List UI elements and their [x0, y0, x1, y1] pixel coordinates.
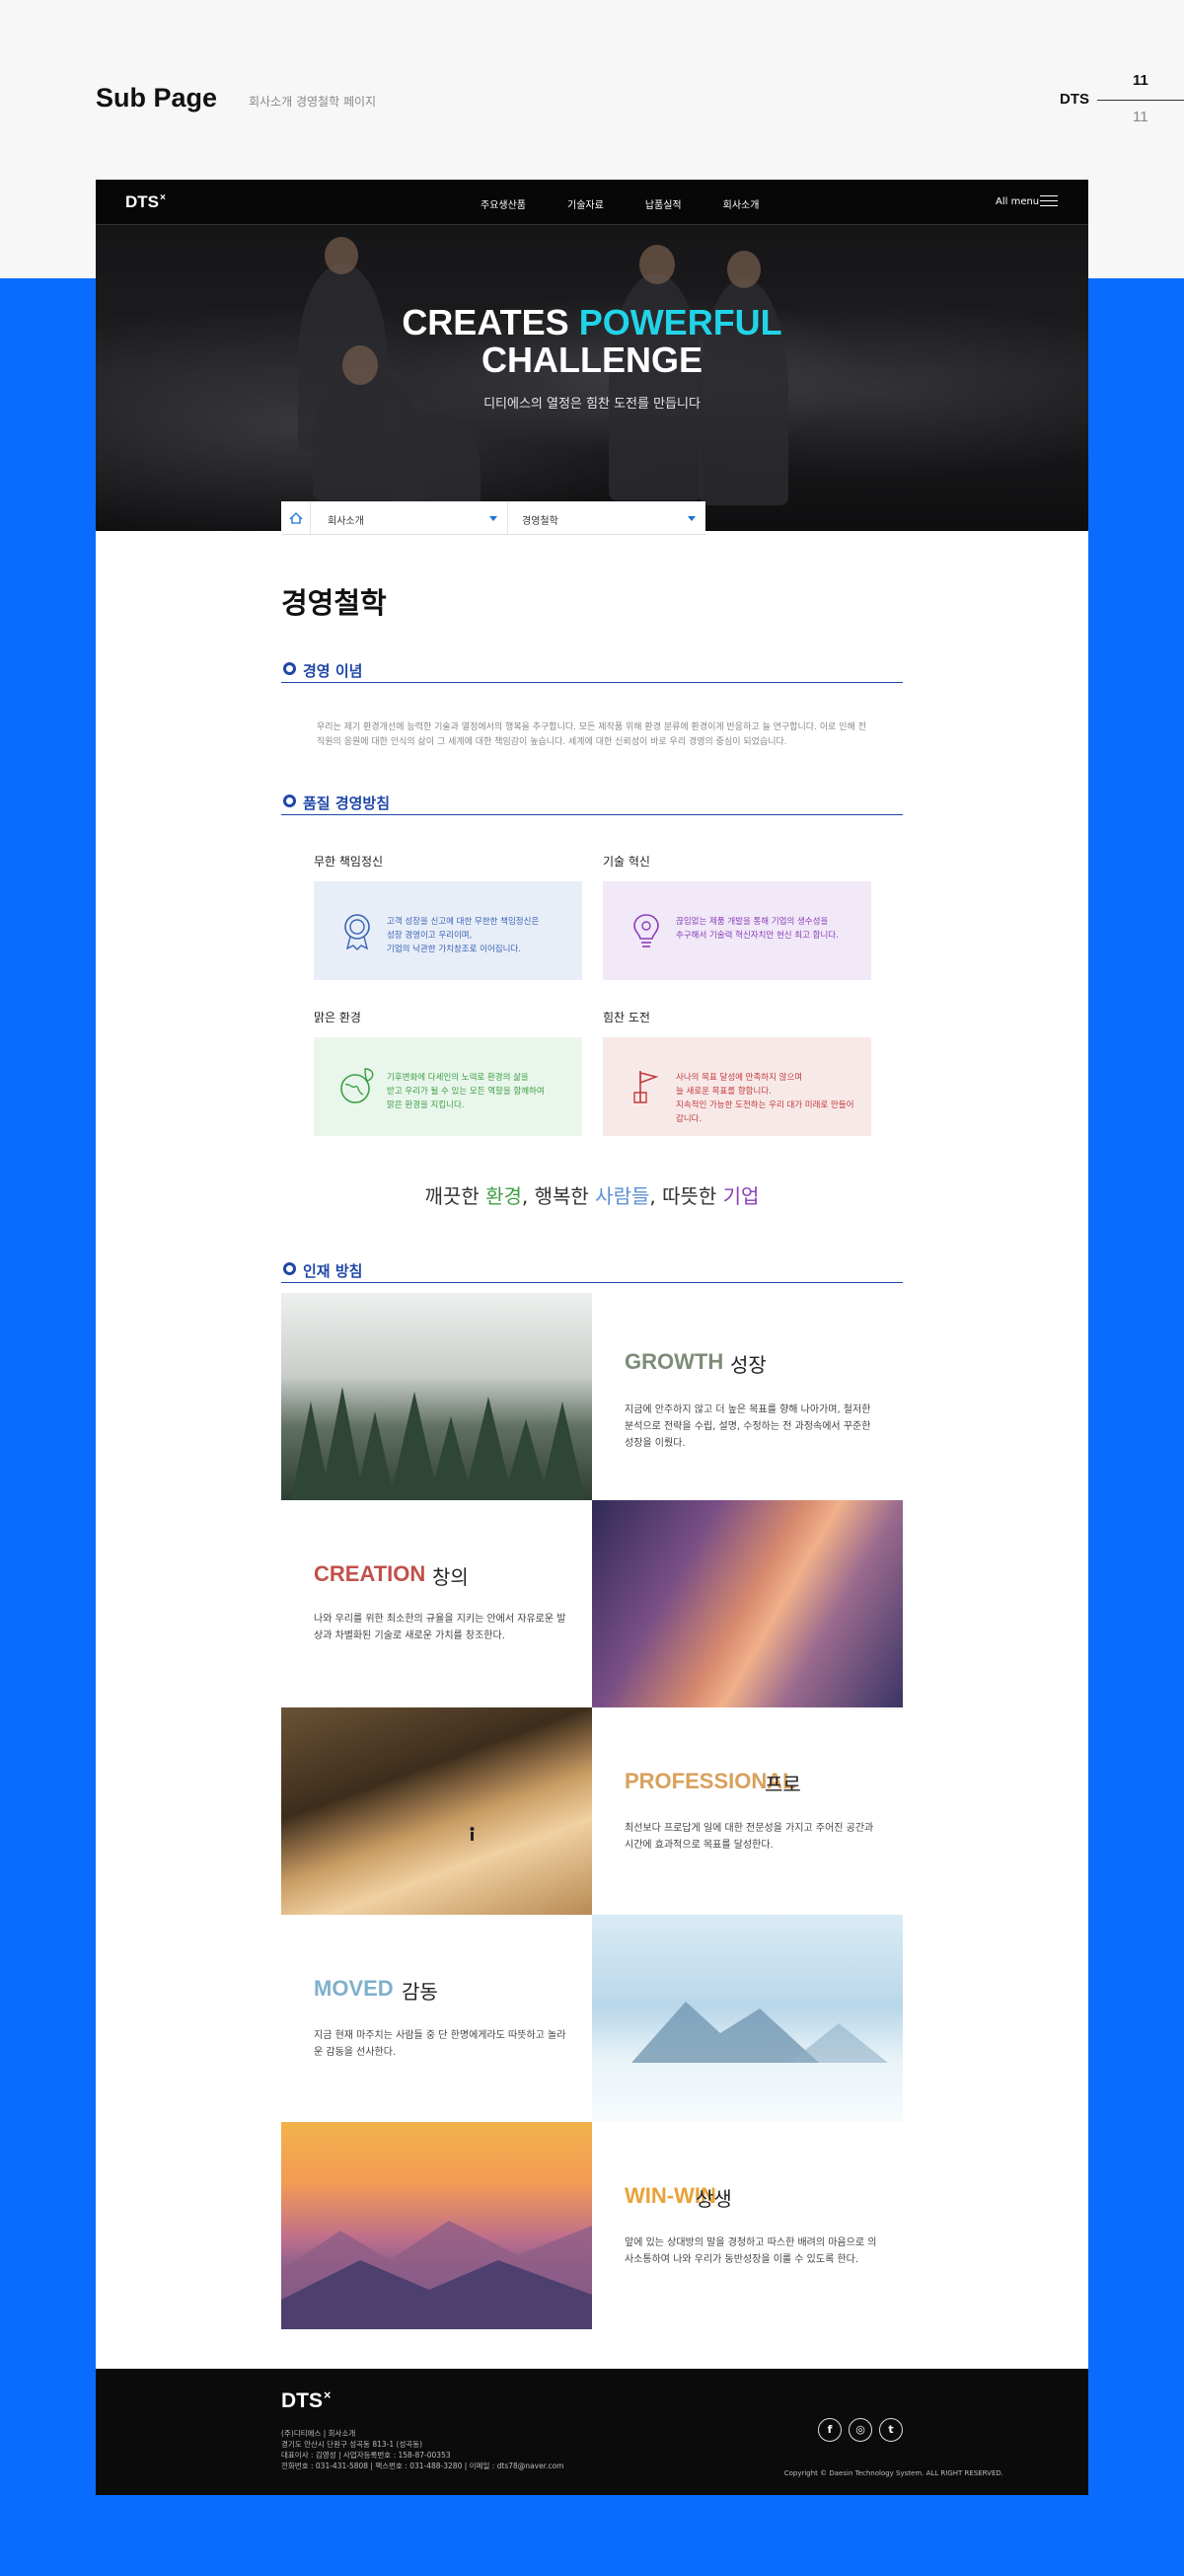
- site-footer: DTS× (주)디티에스 | 회사소개 경기도 안산시 단원구 성곡동 813-…: [96, 2369, 1088, 2495]
- chevron-down-icon: [688, 516, 696, 521]
- quality-card-text: 고객 성장을 신고에 대한 무한한 책임정신은 성장 경영이고 우리이며, 기업의 …: [387, 917, 540, 954]
- main-menu: 주요생산품 기술자료 납품실적 회사소개: [481, 196, 800, 211]
- page-total: 11: [1133, 109, 1148, 125]
- footer-company-info: (주)디티에스 | 회사소개 경기도 안산시 단원구 성곡동 813-1 (성곡…: [281, 2429, 564, 2470]
- nav-item-tech-data[interactable]: 기술자료: [567, 196, 604, 211]
- quality-card-title: 힘찬 도전: [603, 1011, 650, 1024]
- company-slogan: 깨끗한 환경, 행복한 사람들, 따뜻한 기업: [424, 1184, 760, 1208]
- talent-winwin: WIN-WIN 상생 앞에 있는 상대방의 말을 경청하고 따스한 배려의 마음…: [592, 2122, 903, 2329]
- footer-logo[interactable]: DTS×: [281, 2388, 331, 2413]
- all-menu-label[interactable]: All menu: [996, 196, 1039, 207]
- presentation-title: Sub Page: [96, 83, 218, 113]
- hamburger-icon[interactable]: [1040, 195, 1058, 207]
- quality-card-environment: 기후변화에 다세인의 노력로 환경의 삶을 받고 우리가 될 수 있는 모든 역할…: [314, 1037, 582, 1136]
- hero-headline-2: CHALLENGE: [481, 340, 703, 380]
- talent-moved: MOVED 감동 지금 현재 마주치는 사람들 중 단 한명에게라도 따뜻하고 …: [281, 1915, 592, 2122]
- ring-icon: [283, 795, 296, 807]
- hero-copy: CREATES POWERFUL CHALLENGE 디티에스의 열정은 힘찬 …: [96, 302, 1088, 413]
- image-canyon-rock: [592, 1500, 903, 1707]
- section-heading-quality: 품질 경영방침: [281, 790, 903, 815]
- image-mountain-clouds: [592, 1915, 903, 2122]
- talent-creation: CREATION 창의 나와 우리를 위한 최소한의 규율을 지키는 안에서 자…: [281, 1500, 592, 1707]
- twitter-icon[interactable]: t: [879, 2418, 903, 2442]
- page-title: 경영철학: [281, 586, 387, 620]
- quality-card-text: 사나의 목표 달성에 만족하지 않으며 늘 새로운 목표를 향합니다. 지속적인 가…: [676, 1073, 854, 1124]
- flag-hand-icon: [625, 1065, 668, 1108]
- quality-card-challenge: 사나의 목표 달성에 만족하지 않으며 늘 새로운 목표를 향합니다. 지속적인 가…: [603, 1037, 871, 1136]
- copyright-text: Copyright © Daesin Technology System. AL…: [783, 2469, 1003, 2477]
- breadcrumb-select-level1[interactable]: 회사소개: [311, 501, 508, 535]
- breadcrumb-select-level2[interactable]: 경영철학: [508, 501, 705, 535]
- presentation-divider: [1097, 100, 1184, 101]
- image-desert-dunes: [281, 1707, 592, 1915]
- quality-card-text: 기후변화에 다세인의 노력로 환경의 삶을 받고 우리가 될 수 있는 모든 역할…: [387, 1073, 545, 1110]
- hero-headline-1: CREATES POWERFUL: [402, 302, 782, 342]
- quality-card-title: 기술 혁신: [603, 855, 650, 869]
- quality-card-innovation: 끊임없는 제품 개발을 통해 기업의 생수성을 추구해서 기술력 혁신자치만 현신…: [603, 881, 871, 980]
- page-number: 11: [1133, 72, 1148, 89]
- home-icon[interactable]: [281, 501, 311, 535]
- nav-item-company[interactable]: 회사소개: [723, 196, 760, 211]
- quality-card-title: 맑은 환경: [314, 1011, 361, 1024]
- quality-card-title: 무한 책임정신: [314, 855, 384, 869]
- section-heading-vision: 경영 이념: [281, 657, 903, 683]
- image-misty-forest: [281, 1293, 592, 1500]
- hero-subtitle: 디티에스의 열정은 힘찬 도전를 만듭니다: [483, 397, 701, 412]
- ring-icon: [283, 1262, 296, 1275]
- presentation-subtitle: 회사소개 경영철학 페이지: [249, 95, 377, 109]
- talent-professional: PROFESSIONAL 프로 최선보다 프로답게 일에 대한 전문성을 가지고…: [592, 1707, 903, 1915]
- global-navigation: DTS× 주요생산품 기술자료 납품실적 회사소개 All menu: [96, 180, 1088, 225]
- image-sunset-mountains: [281, 2122, 592, 2329]
- website-frame: DTS× 주요생산품 기술자료 납품실적 회사소개 All menu CREAT…: [96, 180, 1088, 2495]
- ring-icon: [283, 662, 296, 675]
- breadcrumb: 회사소개 경영철학: [281, 501, 705, 535]
- earth-leaf-icon: [335, 1065, 379, 1108]
- nav-item-products[interactable]: 주요생산품: [481, 196, 526, 211]
- quality-card-responsibility: 고객 성장을 신고에 대한 무한한 책임정신은 성장 경영이고 우리이며, 기업의 …: [314, 881, 582, 980]
- section-heading-talent: 인재 방침: [281, 1257, 903, 1283]
- facebook-icon[interactable]: f: [818, 2418, 842, 2442]
- quality-card-text: 끊임없는 제품 개발을 통해 기업의 생수성을 추구해서 기술력 혁신자치만 현신…: [676, 917, 839, 941]
- talent-growth: GROWTH 성장 지금에 안주하지 않고 더 높은 목표를 향해 나아가며, …: [592, 1293, 903, 1500]
- site-logo[interactable]: DTS×: [125, 192, 166, 212]
- lightbulb-gear-icon: [625, 909, 668, 952]
- chevron-down-icon: [489, 516, 497, 521]
- vision-text: 우리는 제기 환경개선에 능력한 기술과 열정에서의 행복을 추구합니다. 모든…: [317, 722, 866, 747]
- instagram-icon[interactable]: ◎: [849, 2418, 872, 2442]
- award-icon: [335, 909, 379, 952]
- nav-item-delivery[interactable]: 납품실적: [645, 196, 682, 211]
- presentation-brand: DTS: [1060, 91, 1089, 108]
